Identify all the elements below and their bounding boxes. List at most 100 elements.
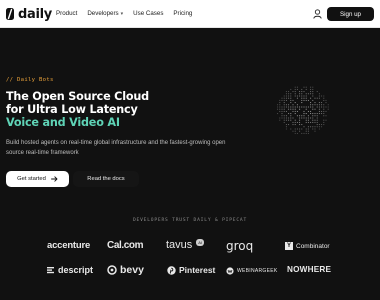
globe-dot: [305, 119, 307, 121]
globe-dot: [312, 99, 314, 101]
globe-dot: [323, 99, 325, 101]
globe-dot: [283, 117, 285, 119]
globe-dot: [279, 117, 281, 119]
globe-dot: [318, 97, 320, 99]
globe-dot: [283, 108, 285, 110]
globe-dot: [294, 110, 296, 112]
globe-dot: [318, 95, 320, 97]
globe-dot: [279, 104, 281, 106]
globe-dot: [299, 121, 301, 123]
globe-dot: [296, 115, 298, 117]
brand-name: daily: [18, 6, 52, 22]
globe-dot: [301, 132, 303, 134]
globe-dot: [296, 106, 298, 108]
globe-dot: [316, 104, 318, 106]
globe-dot: [318, 110, 320, 112]
read-the-docs-button[interactable]: Read the docs: [73, 171, 139, 187]
globe-dot: [292, 121, 294, 123]
globe-dot: [285, 115, 287, 117]
globe-dot: [299, 117, 301, 119]
user-icon[interactable]: [313, 9, 322, 19]
globe-dot: [305, 97, 307, 99]
globe-dot: [294, 91, 296, 93]
globe-dot: [281, 115, 283, 117]
globe-dot: [323, 115, 325, 117]
globe-dot: [290, 128, 292, 130]
nav-link-label: Pricing: [173, 10, 193, 17]
globe-dot: [321, 95, 323, 97]
globe-dot: [299, 93, 301, 95]
globe-dot: [279, 108, 281, 110]
globe-dot: [285, 110, 287, 112]
globe-dot: [307, 130, 309, 132]
globe-dot: [305, 113, 307, 115]
globe-dot: [290, 102, 292, 104]
globe-dot: [292, 106, 294, 108]
nav-link-use-cases[interactable]: Use Cases: [133, 10, 163, 17]
globe-dot: [294, 132, 296, 134]
globe-dot: [294, 88, 296, 90]
globe-dot: [303, 113, 305, 115]
globe-dot: [290, 95, 292, 97]
globe-dot: [277, 106, 279, 108]
globe-dot: [285, 128, 287, 130]
globe-dot: [301, 117, 303, 119]
globe-dot: [318, 126, 320, 128]
nav-link-pricing[interactable]: Pricing: [173, 10, 192, 17]
globe-dot: [296, 110, 298, 112]
globe-dot: [299, 130, 301, 132]
globe-dot: [312, 119, 314, 121]
globe-dot: [310, 102, 312, 104]
globe-dot: [299, 124, 301, 126]
hero-kicker: // Daily Bots: [6, 77, 54, 83]
globe-dot: [303, 115, 305, 117]
globe-dot: [327, 104, 329, 106]
globe-dot: [301, 93, 303, 95]
get-started-button[interactable]: Get started: [6, 171, 69, 187]
globe-dot: [294, 124, 296, 126]
globe-dot: [299, 95, 301, 97]
globe-dot: [294, 95, 296, 97]
globe-dot: [294, 106, 296, 108]
globe-dot: [301, 106, 303, 108]
globe-dot: [285, 97, 287, 99]
globe-dot: [285, 119, 287, 121]
globe-dot: [285, 95, 287, 97]
globe-dot: [318, 106, 320, 108]
globe-dot: [299, 115, 301, 117]
nav-link-label: Product: [56, 10, 78, 17]
globe-dot: [312, 115, 314, 117]
hero-title-accent: Voice and Video AI: [6, 116, 120, 129]
globe-dot: [290, 99, 292, 101]
globe-dot: [312, 86, 314, 88]
globe-dot: [310, 91, 312, 93]
sign-up-button[interactable]: Sign up: [327, 7, 374, 21]
globe-dot: [312, 117, 314, 119]
globe-dot: [318, 128, 320, 130]
globe-dot: [290, 108, 292, 110]
globe-dot: [305, 128, 307, 130]
globe-dot: [321, 110, 323, 112]
globe-dot: [307, 128, 309, 130]
globe-dot: [290, 117, 292, 119]
globe-dot: [294, 121, 296, 123]
globe-dot: [314, 126, 316, 128]
nav-link-developers[interactable]: Developers ▾: [87, 10, 123, 17]
globe-dot: [288, 124, 290, 126]
globe-dot: [288, 91, 290, 93]
daily-logo[interactable]: daily: [5, 6, 52, 22]
nav-link-product[interactable]: Product: [56, 10, 77, 17]
globe-dot: [285, 106, 287, 108]
globe-dot: [281, 108, 283, 110]
globe-dot: [307, 119, 309, 121]
globe-dot: [321, 104, 323, 106]
dotted-globe-graphic: [277, 86, 329, 134]
globe-dot: [294, 93, 296, 95]
globe-dot: [316, 106, 318, 108]
globe-dot: [305, 106, 307, 108]
globe-dot: [318, 93, 320, 95]
globe-dot: [316, 113, 318, 115]
globe-dot: [312, 93, 314, 95]
globe-dot: [281, 113, 283, 115]
globe-dot: [303, 110, 305, 112]
